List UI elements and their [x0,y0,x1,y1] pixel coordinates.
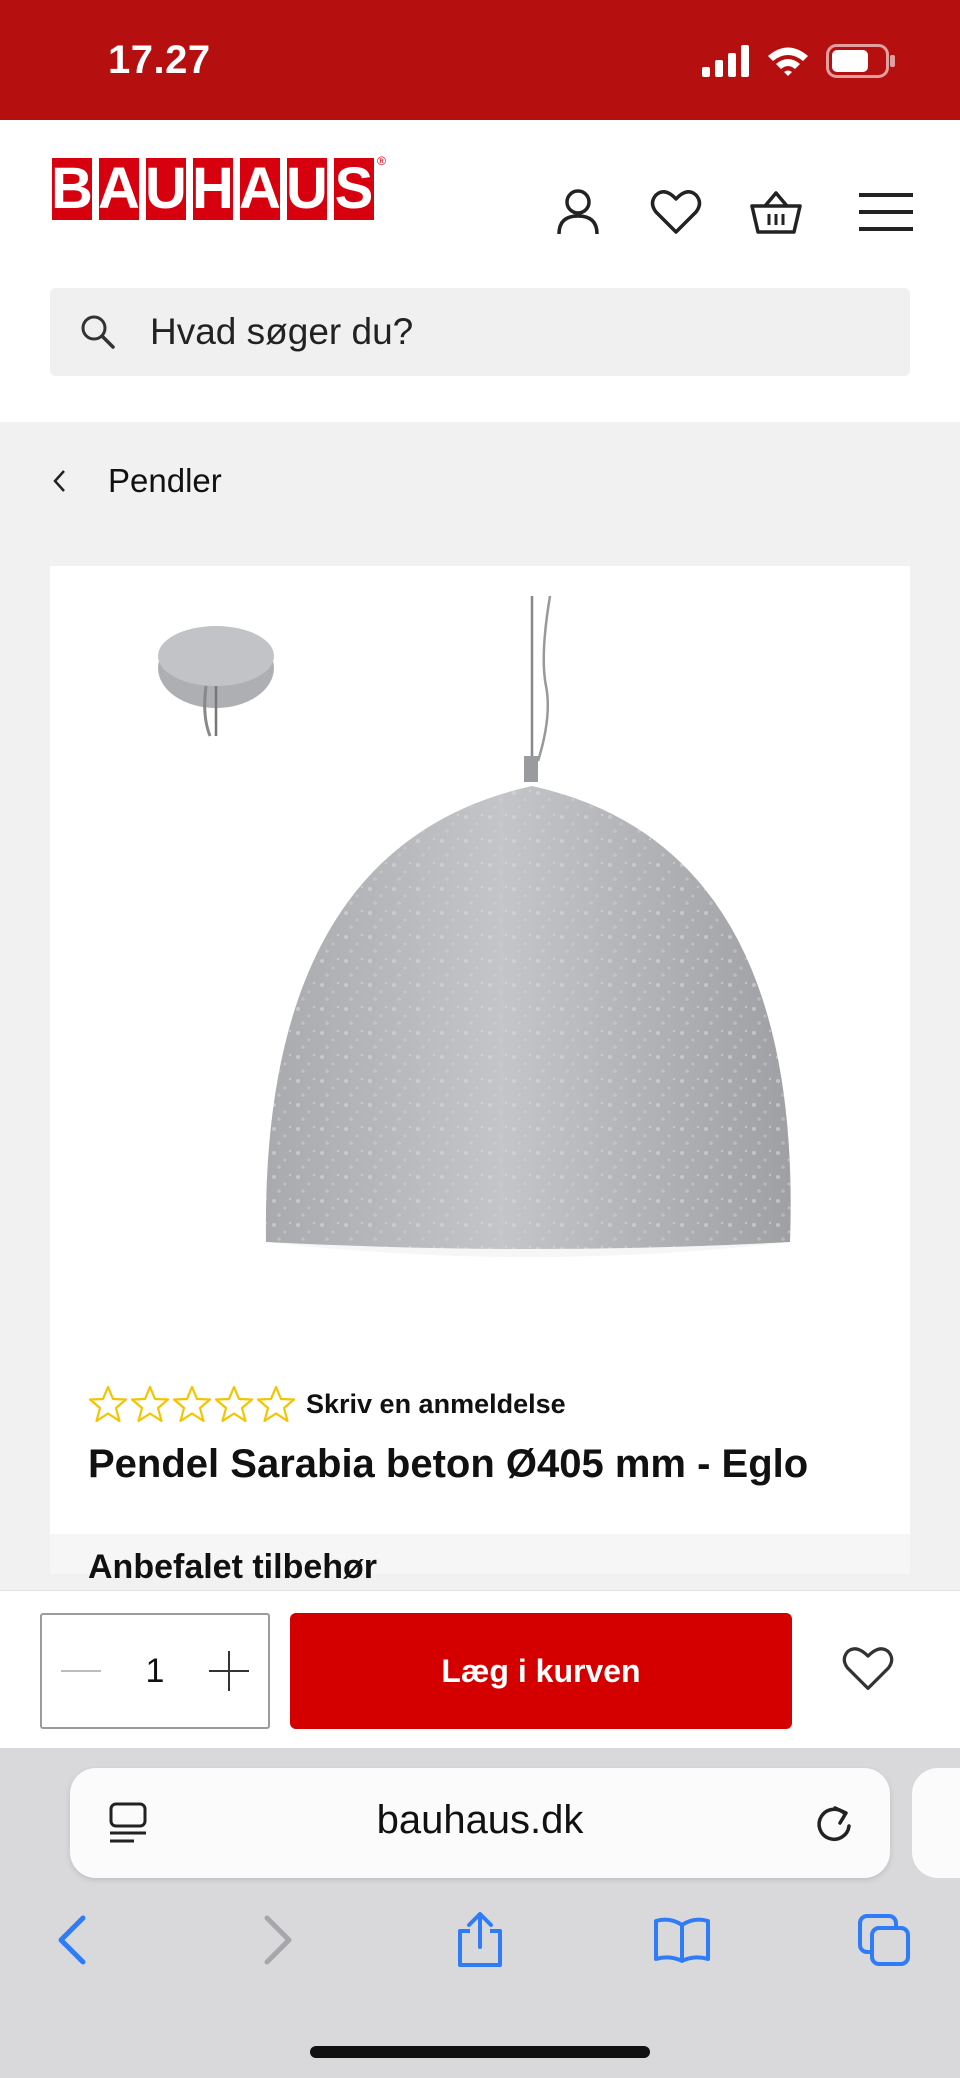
chevron-left-icon [58,1915,86,1965]
registered-mark: ® [377,154,386,168]
status-icons [702,44,896,78]
share-button[interactable] [448,1908,512,1972]
browser-toolbar: bauhaus.dk [0,1748,960,2078]
quantity-stepper[interactable]: 1 [40,1613,270,1729]
logo-letter: U [144,156,188,222]
cellular-signal-icon [702,45,749,77]
account-button[interactable] [548,182,608,242]
address-bar[interactable]: bauhaus.dk [70,1768,890,1878]
status-bar: 17.27 [0,0,960,120]
star-empty-icon [172,1385,212,1423]
logo-letter: B [50,156,94,222]
search-icon [81,315,115,349]
add-to-cart-button[interactable]: Læg i kurven [290,1613,792,1729]
accessories-heading: Anbefalet tilbehør [88,1548,378,1586]
user-icon [557,189,599,235]
heart-icon[interactable] [840,1641,896,1697]
search-input[interactable]: Hvad søger du? [50,288,910,376]
plus-icon [208,1651,249,1691]
battery-icon [826,44,895,78]
basket-button[interactable] [746,182,806,242]
bauhaus-logo[interactable]: B A U H A U S ® [50,154,386,222]
search-placeholder: Hvad søger du? [150,311,414,352]
star-empty-icon [130,1385,170,1423]
url-text[interactable]: bauhaus.dk [70,1798,890,1843]
product-card: Skriv en anmeldelse Pendel Sarabia beton… [50,566,910,1586]
quantity-value[interactable]: 1 [146,1652,165,1691]
chevron-left-icon [53,470,65,492]
breadcrumb[interactable]: Pendler [50,462,222,500]
write-review-link[interactable]: Skriv en anmeldelse [306,1389,566,1420]
decrease-quantity-button[interactable] [60,1650,102,1692]
back-button[interactable] [40,1908,104,1972]
next-tab-preview[interactable] [912,1768,960,1878]
rating-stars [88,1384,296,1424]
heart-icon [650,190,702,234]
wifi-icon [768,47,808,76]
basket-icon [750,191,802,234]
product-rating[interactable]: Skriv en anmeldelse [88,1384,566,1424]
logo-letter: U [285,156,329,222]
logo-letter: H [191,156,235,222]
product-title: Pendel Sarabia beton Ø405 mm - Eglo [88,1442,809,1486]
star-empty-icon [256,1385,296,1423]
tabs-icon [858,1914,910,1966]
accessories-section: Anbefalet tilbehør [50,1534,910,1586]
add-to-cart-bar: 1 Læg i kurven [0,1590,960,1748]
wishlist-button[interactable] [646,182,706,242]
logo-letter: S [332,156,376,222]
star-empty-icon [88,1385,128,1423]
product-image[interactable] [150,596,810,1316]
logo-letter: A [97,156,141,222]
bookmarks-button[interactable] [650,1908,714,1972]
increase-quantity-button[interactable] [208,1650,250,1692]
reload-icon[interactable] [812,1800,856,1846]
menu-button[interactable] [856,182,916,242]
forward-button[interactable] [246,1908,310,1972]
hamburger-icon [859,193,913,231]
star-empty-icon [214,1385,254,1423]
site-header: B A U H A U S ® Hvad søger du? [0,120,960,422]
chevron-right-icon [264,1915,292,1965]
logo-letter: A [238,156,282,222]
status-time: 17.27 [108,38,211,82]
breadcrumb-label: Pendler [108,462,222,499]
share-icon [458,1912,502,1967]
home-indicator [310,2046,650,2058]
minus-icon [61,1670,101,1672]
tabs-button[interactable] [852,1908,916,1972]
book-icon [654,1917,710,1963]
